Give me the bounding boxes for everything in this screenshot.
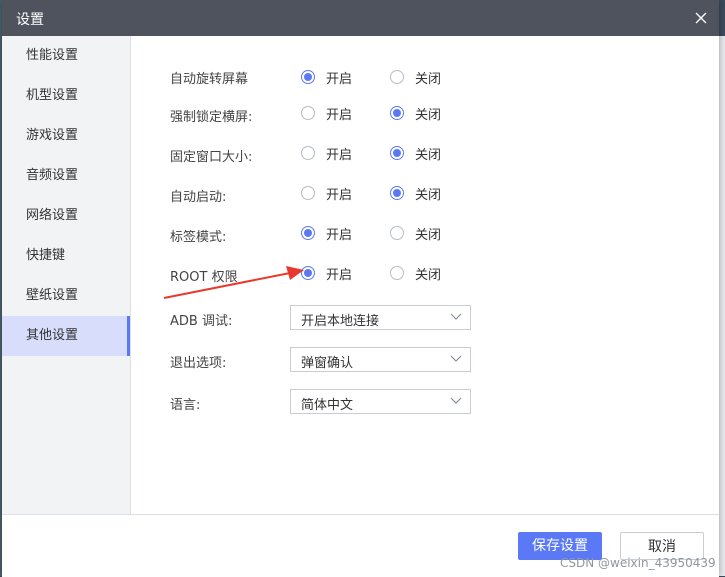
chevron-down-icon xyxy=(450,355,462,362)
radio-circle xyxy=(301,186,315,200)
sidebar-item-other[interactable]: 其他设置 xyxy=(2,316,130,356)
sidebar-item-label: 快捷键 xyxy=(26,248,66,263)
select-value: 弹窗确认 xyxy=(301,356,354,371)
radio-label: 开启 xyxy=(326,148,353,163)
radio-label: 开启 xyxy=(326,268,353,283)
radio-label: 关闭 xyxy=(415,268,442,283)
select-value: 简体中文 xyxy=(301,398,354,413)
sidebar-item-label: 网络设置 xyxy=(26,208,79,223)
chevron-down-icon xyxy=(450,397,462,404)
sidebar-item-label: 音频设置 xyxy=(26,168,79,183)
close-icon xyxy=(695,12,707,24)
setting-label-tab-mode: 标签模式: xyxy=(170,230,227,245)
watermark-text: CSDN @weixin_43950439 xyxy=(560,556,716,570)
close-button[interactable] xyxy=(689,6,713,30)
chevron-down-icon xyxy=(450,313,462,320)
desktop-background-right xyxy=(719,36,725,576)
sidebar-item-game[interactable]: 游戏设置 xyxy=(2,116,130,156)
radio-label: 关闭 xyxy=(415,108,442,123)
radio-circle xyxy=(301,146,315,160)
red-arrow-annotation xyxy=(163,266,304,299)
settings-sidebar: 性能设置 机型设置 游戏设置 音频设置 网络设置 快捷键 壁纸设置 其他设置 xyxy=(2,36,131,514)
title-bar: 设置 xyxy=(2,0,719,36)
setting-label-auto-start: 自动启动: xyxy=(170,190,227,205)
sidebar-item-shortcuts[interactable]: 快捷键 xyxy=(2,236,130,276)
exit-option-select[interactable]: 弹窗确认 xyxy=(290,347,471,372)
sidebar-item-label: 其他设置 xyxy=(26,328,79,343)
radio-label: 关闭 xyxy=(415,72,442,87)
radio-circle xyxy=(390,70,404,84)
setting-label-auto-rotate: 自动旋转屏幕 xyxy=(170,72,249,87)
radio-circle xyxy=(301,226,315,240)
radio-label: 关闭 xyxy=(415,148,442,163)
language-select[interactable]: 简体中文 xyxy=(290,389,471,414)
sidebar-item-performance[interactable]: 性能设置 xyxy=(2,36,130,76)
sidebar-item-device-model[interactable]: 机型设置 xyxy=(2,76,130,116)
sidebar-item-label: 机型设置 xyxy=(26,88,79,103)
radio-circle xyxy=(301,70,315,84)
setting-label-adb-debug: ADB 调试: xyxy=(170,314,233,329)
sidebar-item-wallpaper[interactable]: 壁纸设置 xyxy=(2,276,130,316)
settings-dialog: 设置 性能设置 机型设置 游戏设置 音频设置 网络设置 快捷键 壁纸设置 其他设… xyxy=(2,0,719,577)
setting-label-language: 语言: xyxy=(170,398,201,413)
sidebar-item-label: 壁纸设置 xyxy=(26,288,79,303)
radio-circle xyxy=(390,106,404,120)
radio-circle xyxy=(390,266,404,280)
adb-debug-select[interactable]: 开启本地连接 xyxy=(290,305,471,330)
setting-label-exit-option: 退出选项: xyxy=(170,356,227,371)
radio-label: 开启 xyxy=(326,108,353,123)
radio-label: 开启 xyxy=(326,72,353,87)
sidebar-item-label: 性能设置 xyxy=(26,48,79,63)
radio-circle xyxy=(390,146,404,160)
select-value: 开启本地连接 xyxy=(301,314,380,329)
radio-label: 开启 xyxy=(326,228,353,243)
radio-circle xyxy=(390,186,404,200)
radio-circle xyxy=(390,226,404,240)
radio-label: 开启 xyxy=(326,188,353,203)
setting-label-fixed-window-size: 固定窗口大小: xyxy=(170,150,253,165)
sidebar-item-label: 游戏设置 xyxy=(26,128,79,143)
sidebar-item-network[interactable]: 网络设置 xyxy=(2,196,130,236)
radio-circle xyxy=(301,106,315,120)
radio-label: 关闭 xyxy=(415,228,442,243)
dialog-title: 设置 xyxy=(16,12,44,28)
setting-label-force-landscape: 强制锁定横屏: xyxy=(170,110,253,125)
sidebar-item-audio[interactable]: 音频设置 xyxy=(2,156,130,196)
radio-label: 关闭 xyxy=(415,188,442,203)
